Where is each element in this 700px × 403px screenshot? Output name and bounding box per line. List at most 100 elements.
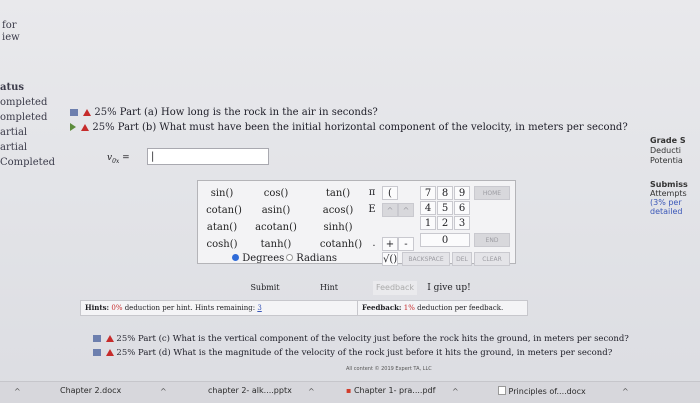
part-a-label: Part (a) [119,107,158,118]
input-sub: 0x [112,157,120,165]
key-0[interactable]: 0 [420,233,470,247]
attempts-label: Attempts [650,189,687,198]
download-item-3[interactable]: ▪ Chapter 1- pra....pdf [346,386,435,395]
part-c[interactable]: 25% Part (c) What is the vertical compon… [93,334,629,344]
pi-key[interactable]: π [364,186,380,200]
up-key[interactable]: ^ [382,203,398,217]
clear-key[interactable]: CLEAR [474,252,510,266]
per-label: (3% per [650,198,682,207]
part-d-label: Part (d) [138,348,171,358]
download-item-2[interactable]: chapter 2- alk....pptx [208,386,292,395]
give-up-button[interactable]: I give up! [425,281,473,295]
part-a-pct: 25% [94,107,117,118]
feedback-button[interactable]: Feedback [373,281,417,295]
status-header: atus [0,82,24,93]
download-bar: ^ Chapter 2.docx ^ chapter 2- alk....ppt… [0,381,700,403]
status-item[interactable]: Completed [0,155,55,170]
submission-label: Submiss [650,180,688,189]
input-eq: = [122,153,130,163]
status-item[interactable]: ompleted [0,110,55,125]
detailed-link[interactable]: detailed [650,207,688,216]
warning-icon [83,109,92,116]
dot-key[interactable]: . [366,237,382,251]
paren-key[interactable]: ( [382,186,398,200]
fn-cotan[interactable]: cotan() [202,205,246,216]
part-d[interactable]: 25% Part (d) What is the magnitude of th… [93,348,612,358]
key-2[interactable]: 2 [437,216,453,230]
sqrt-key[interactable]: √() [382,252,398,266]
key-8[interactable]: 8 [437,186,453,200]
answer-input[interactable]: | [147,148,269,165]
key-3[interactable]: 3 [454,216,470,230]
del-key[interactable]: DEL [452,252,472,266]
list-icon [93,349,101,356]
download-item-1[interactable]: Chapter 2.docx [60,386,121,395]
potential-label: Potentia [650,156,683,165]
warning-icon [105,335,114,342]
chevron-up-icon[interactable]: ^ [14,387,21,396]
mode-radians[interactable]: Radians [286,253,337,264]
fn-tan[interactable]: tan() [316,188,360,199]
end-key[interactable]: END [474,233,510,247]
download-item-4-label: Principles of....docx [508,387,586,396]
fn-cos[interactable]: cos() [254,188,298,199]
hints-label: Hints: [85,303,110,312]
radio-selected-icon [232,254,239,261]
play-icon [70,123,76,131]
hint-button[interactable]: Hint [309,281,349,295]
degrees-label: Degrees [242,253,285,264]
fn-cosh[interactable]: cosh() [202,239,242,250]
radians-label: Radians [296,253,338,264]
feedback-text: deduction per feedback. [417,304,504,312]
sidebar-top-line1: for [2,20,17,31]
key-1[interactable]: 1 [420,216,436,230]
doc-icon [498,386,506,395]
chevron-up-icon[interactable]: ^ [622,387,629,396]
e-key[interactable]: E [364,203,380,217]
part-b[interactable]: 25% Part (b) What must have been the ini… [70,122,628,133]
chevron-up-icon[interactable]: ^ [452,387,459,396]
caret-key[interactable]: ^ [398,203,414,217]
copyright: All content © 2019 Expert TA, LLC [346,366,432,372]
hints-text: deduction per hint. Hints remaining: [124,304,256,312]
fn-cotanh[interactable]: cotanh() [316,239,366,250]
key-9[interactable]: 9 [454,186,470,200]
fn-sin[interactable]: sin() [202,188,242,199]
sidebar-status: atus ompleted ompleted artial artial Com… [0,80,55,170]
hints-pct: 0% [111,304,123,312]
input-label: v0x = [107,153,130,165]
part-a[interactable]: 25% Part (a) How long is the rock in the… [70,107,378,118]
status-item[interactable]: ompleted [0,95,55,110]
key-4[interactable]: 4 [420,201,436,215]
submission-panel: Submiss Attempts (3% per detailed [650,180,688,216]
fn-sinh[interactable]: sinh() [316,222,360,233]
backspace-key[interactable]: BACKSPACE [402,252,450,266]
hints-feedback-bar: Hints: 0% deduction per hint. Hints rema… [80,300,528,316]
fn-atan[interactable]: atan() [202,222,242,233]
part-b-label: Part (b) [117,122,157,133]
fn-tanh[interactable]: tanh() [254,239,298,250]
chevron-up-icon[interactable]: ^ [160,387,167,396]
fn-asin[interactable]: asin() [254,205,298,216]
chevron-up-icon[interactable]: ^ [308,387,315,396]
home-key[interactable]: HOME [474,186,510,200]
key-5[interactable]: 5 [437,201,453,215]
key-7[interactable]: 7 [420,186,436,200]
plus-key[interactable]: + [382,237,398,251]
status-item[interactable]: artial [0,140,55,155]
radio-unselected-icon [286,254,293,261]
part-d-pct: 25% [116,348,136,358]
key-6[interactable]: 6 [454,201,470,215]
hints-remaining: 3 [257,304,262,312]
status-item[interactable]: artial [0,125,55,140]
minus-key[interactable]: - [398,237,414,251]
download-item-4[interactable]: Principles of....docx [498,386,586,396]
part-b-question: What must have been the initial horizont… [159,122,628,133]
warning-icon [81,124,90,131]
sidebar-top-line2: iew [2,32,20,43]
mode-degrees[interactable]: Degrees [232,253,284,264]
feedback-info: Feedback: 1% deduction per feedback. [357,301,503,315]
fn-acos[interactable]: acos() [316,205,360,216]
submit-button[interactable]: Submit [245,281,285,295]
fn-acotan[interactable]: acotan() [254,222,298,233]
